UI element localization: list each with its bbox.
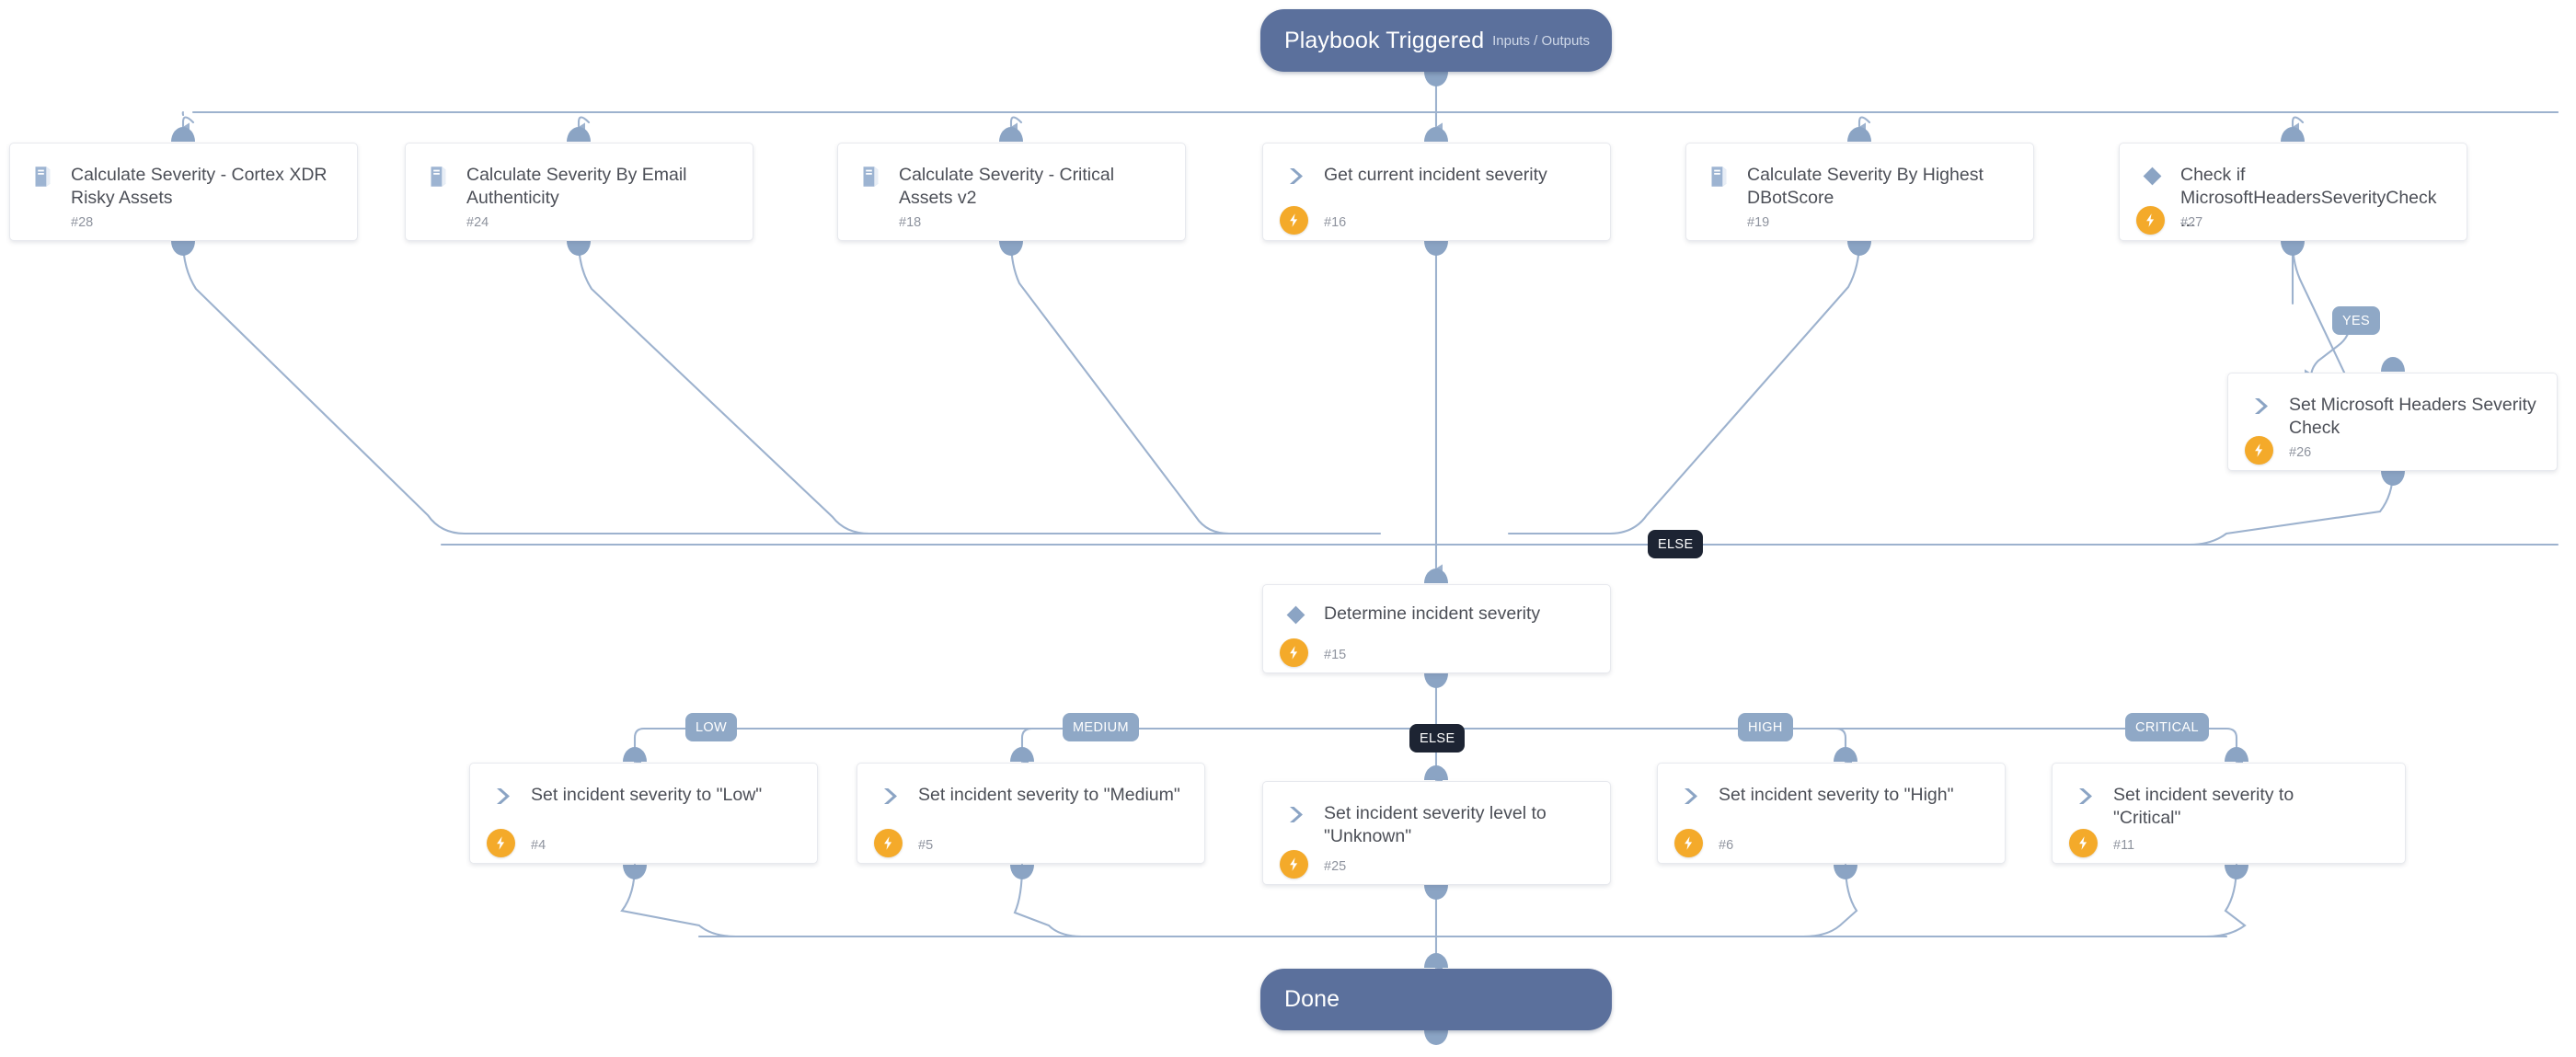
task-id: #26 <box>2289 445 2312 460</box>
condition-card-check-microsoft-headers-severity[interactable]: Check if MicrosoftHeadersSeverityCheck .… <box>2119 143 2467 241</box>
task-title: Calculate Severity By Email Authenticity <box>466 165 687 208</box>
task-id: #6 <box>1719 838 1734 853</box>
playbook-canvas[interactable]: Playbook Triggered Inputs / Outputs Calc… <box>0 0 2576 1057</box>
done-title: Done <box>1284 986 1340 1012</box>
task-title: Determine incident severity <box>1324 603 1541 624</box>
task-card-set-severity-high[interactable]: Set incident severity to "High" #6 <box>1657 763 2006 864</box>
task-title: Set incident severity to "Medium" <box>918 785 1180 805</box>
branch-label-low[interactable]: LOW <box>685 713 738 741</box>
task-id: #11 <box>2113 838 2135 853</box>
task-title: Check if MicrosoftHeadersSeverityCheck .… <box>2180 165 2437 231</box>
task-card-calculate-severity-email-authenticity[interactable]: Calculate Severity By Email Authenticity… <box>405 143 753 241</box>
playbook-book-icon <box>857 162 884 190</box>
automation-bolt-icon <box>1280 206 1308 235</box>
task-chevron-icon <box>2247 392 2274 419</box>
task-chevron-icon <box>876 782 903 810</box>
task-id: #28 <box>71 215 94 230</box>
task-card-set-severity-critical[interactable]: Set incident severity to "Critical" #11 <box>2052 763 2406 864</box>
branch-label-text: LOW <box>696 719 728 735</box>
task-id: #16 <box>1324 215 1347 230</box>
condition-card-determine-incident-severity[interactable]: Determine incident severity #15 <box>1262 584 1611 673</box>
automation-bolt-icon <box>2245 436 2273 465</box>
branch-label-text: ELSE <box>1658 536 1694 552</box>
task-chevron-icon <box>2071 782 2099 810</box>
trigger-inputs-outputs-link[interactable]: Inputs / Outputs <box>1492 33 1590 49</box>
task-id: #27 <box>2180 215 2203 230</box>
playbook-done-node[interactable]: Done <box>1260 969 1612 1030</box>
trigger-title: Playbook Triggered <box>1284 27 1485 53</box>
task-chevron-icon <box>1282 162 1309 190</box>
task-id: #5 <box>918 838 934 853</box>
task-card-set-severity-medium[interactable]: Set incident severity to "Medium" #5 <box>857 763 1205 864</box>
branch-label-text: ELSE <box>1420 730 1455 746</box>
playbook-book-icon <box>29 162 56 190</box>
automation-bolt-icon <box>1280 850 1308 879</box>
task-card-calculate-severity-critical-assets-v2[interactable]: Calculate Severity - Critical Assets v2 … <box>837 143 1186 241</box>
task-title: Set incident severity level to "Unknown" <box>1324 803 1547 846</box>
branch-label-text: CRITICAL <box>2135 719 2199 735</box>
automation-bolt-icon <box>1674 829 1703 857</box>
task-card-calculate-severity-cortex-xdr[interactable]: Calculate Severity - Cortex XDR Risky As… <box>9 143 358 241</box>
playbook-trigger-node[interactable]: Playbook Triggered Inputs / Outputs <box>1260 9 1612 72</box>
task-id: #18 <box>899 215 922 230</box>
task-chevron-icon <box>1676 782 1704 810</box>
automation-bolt-icon <box>874 829 903 857</box>
playbook-book-icon <box>424 162 452 190</box>
branch-label-text: MEDIUM <box>1073 719 1129 735</box>
task-title: Calculate Severity By Highest DBotScore <box>1747 165 1984 208</box>
task-card-set-severity-unknown[interactable]: Set incident severity level to "Unknown"… <box>1262 781 1611 885</box>
task-chevron-icon <box>1282 800 1309 828</box>
task-id: #24 <box>466 215 489 230</box>
task-title: Set Microsoft Headers Severity Check <box>2289 395 2536 438</box>
condition-diamond-icon <box>2138 162 2166 190</box>
task-chevron-icon <box>489 782 516 810</box>
branch-label-yes[interactable]: YES <box>2332 306 2381 335</box>
task-id: #19 <box>1747 215 1770 230</box>
branch-label-text: HIGH <box>1748 719 1783 735</box>
task-title: Set incident severity to "High" <box>1719 785 1954 805</box>
task-title: Calculate Severity - Cortex XDR Risky As… <box>71 165 328 208</box>
automation-bolt-icon <box>2136 206 2165 235</box>
task-id: #15 <box>1324 648 1347 662</box>
branch-label-else-merge[interactable]: ELSE <box>1648 530 1704 558</box>
branch-label-critical[interactable]: CRITICAL <box>2125 713 2209 741</box>
task-title: Set incident severity to "Critical" <box>2113 785 2294 828</box>
task-card-get-current-incident-severity[interactable]: Get current incident severity #16 <box>1262 143 1611 241</box>
task-card-calculate-severity-highest-dbotscore[interactable]: Calculate Severity By Highest DBotScore … <box>1685 143 2034 241</box>
task-card-set-microsoft-headers-severity-check[interactable]: Set Microsoft Headers Severity Check #26 <box>2227 373 2558 471</box>
task-card-set-severity-low[interactable]: Set incident severity to "Low" #4 <box>469 763 818 864</box>
task-id: #25 <box>1324 859 1347 874</box>
branch-label-else-severity[interactable]: ELSE <box>1409 724 1466 753</box>
condition-diamond-icon <box>1282 601 1309 628</box>
branch-label-text: YES <box>2342 313 2371 328</box>
automation-bolt-icon <box>487 829 515 857</box>
playbook-book-icon <box>1705 162 1732 190</box>
task-title: Calculate Severity - Critical Assets v2 <box>899 165 1115 208</box>
task-id: #4 <box>531 838 546 853</box>
automation-bolt-icon <box>1280 638 1308 667</box>
branch-label-medium[interactable]: MEDIUM <box>1063 713 1139 741</box>
branch-label-high[interactable]: HIGH <box>1738 713 1793 741</box>
automation-bolt-icon <box>2069 829 2098 857</box>
task-title: Get current incident severity <box>1324 165 1547 185</box>
task-title: Set incident severity to "Low" <box>531 785 763 805</box>
